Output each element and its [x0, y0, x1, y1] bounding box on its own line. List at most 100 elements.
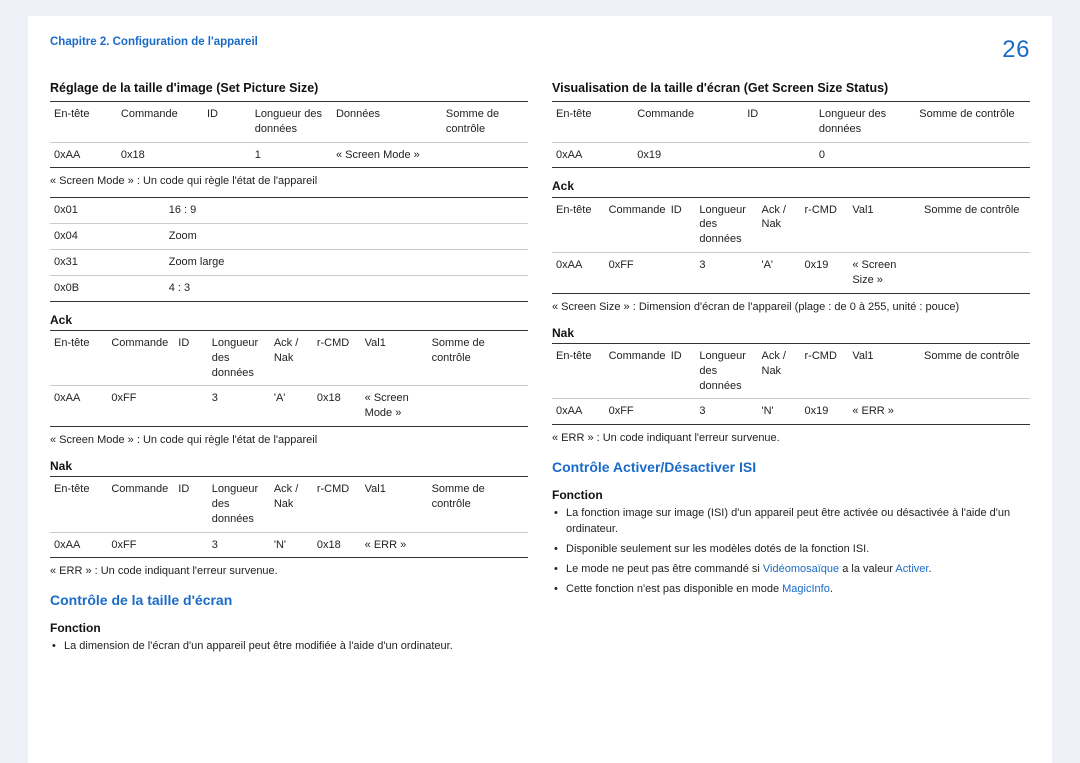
th: ID [174, 477, 207, 533]
td [920, 399, 1030, 425]
th: r-CMD [801, 197, 849, 253]
th: Commande [107, 477, 174, 533]
ack-label-right: Ack [552, 178, 1030, 194]
list-item: Le mode ne peut pas être commandé si Vid… [554, 562, 1030, 578]
td: « Screen Mode » [332, 142, 442, 168]
th: En-tête [50, 477, 107, 533]
td: 0x01 [50, 198, 165, 224]
th: En-tête [552, 197, 605, 253]
td: 'N' [270, 532, 313, 558]
set-picture-size-table: En-tête Commande ID Longueur des données… [50, 101, 528, 169]
link-magicinfo[interactable]: MagicInfo [782, 583, 830, 595]
link-videomosaique[interactable]: Vidéomosaïque [763, 563, 839, 575]
th: Longueur des données [695, 343, 757, 399]
text: Cette fonction n'est pas disponible en m… [566, 583, 782, 595]
td: 3 [695, 253, 757, 294]
td: 0x0B [50, 275, 165, 301]
td: 0 [815, 142, 915, 168]
nak-label: Nak [50, 458, 528, 474]
td [920, 253, 1030, 294]
nak-label-right: Nak [552, 325, 1030, 341]
th: Longueur des données [251, 101, 332, 142]
th: ID [667, 197, 696, 253]
page-header: Chapitre 2. Configuration de l'appareil … [50, 36, 1030, 64]
list-item: Cette fonction n'est pas disponible en m… [554, 582, 1030, 598]
set-picture-size-title: Réglage de la taille d'image (Set Pictur… [50, 80, 528, 97]
td: 0xFF [107, 386, 174, 427]
isi-control-title: Contrôle Activer/Désactiver ISI [552, 458, 1030, 477]
columns: Réglage de la taille d'image (Set Pictur… [50, 74, 1030, 659]
text: . [928, 563, 931, 575]
th: r-CMD [801, 343, 849, 399]
th: Commande [633, 101, 743, 142]
td: 0xAA [552, 253, 605, 294]
td: 16 : 9 [165, 198, 528, 224]
th: ID [174, 330, 207, 386]
td: 0x31 [50, 249, 165, 275]
th: ID [667, 343, 696, 399]
screen-size-control-title: Contrôle de la taille d'écran [50, 591, 528, 610]
ack-note-left: « Screen Mode » : Un code qui règle l'ét… [50, 433, 528, 448]
th: Ack / Nak [270, 477, 313, 533]
th: Longueur des données [208, 477, 270, 533]
th: r-CMD [313, 330, 361, 386]
th: Longueur des données [208, 330, 270, 386]
fonction-list-left: La dimension de l'écran d'un appareil pe… [50, 639, 528, 655]
td: « Screen Mode » [361, 386, 428, 427]
th: Somme de contrôle [915, 101, 1030, 142]
th: Val1 [848, 197, 920, 253]
th: Somme de contrôle [920, 343, 1030, 399]
text: a la valeur [839, 563, 895, 575]
th: Somme de contrôle [428, 477, 528, 533]
td: 3 [208, 386, 270, 427]
th: Ack / Nak [270, 330, 313, 386]
nak-table-left: En-tête Commande ID Longueur des données… [50, 476, 528, 558]
th: Données [332, 101, 442, 142]
td [743, 142, 815, 168]
th: Commande [117, 101, 203, 142]
th: Longueur des données [815, 101, 915, 142]
th: Somme de contrôle [428, 330, 528, 386]
th: ID [743, 101, 815, 142]
td [174, 532, 207, 558]
td: « ERR » [361, 532, 428, 558]
td [174, 386, 207, 427]
td [915, 142, 1030, 168]
td: 'N' [758, 399, 801, 425]
page-number: 26 [1002, 36, 1030, 64]
list-item: Disponible seulement sur les modèles dot… [554, 542, 1030, 558]
left-column: Réglage de la taille d'image (Set Pictur… [50, 74, 528, 659]
th: En-tête [552, 101, 633, 142]
nak-table-right: En-tête Commande ID Longueur des données… [552, 343, 1030, 425]
td: 0x18 [117, 142, 203, 168]
td: 0x04 [50, 224, 165, 250]
th: r-CMD [313, 477, 361, 533]
text: Le mode ne peut pas être commandé si [566, 563, 763, 575]
td: 4 : 3 [165, 275, 528, 301]
chapter-label: Chapitre 2. Configuration de l'appareil [50, 36, 258, 48]
th: Ack / Nak [758, 343, 801, 399]
td: Zoom [165, 224, 528, 250]
td: 0xAA [552, 142, 633, 168]
text: . [830, 583, 833, 595]
td: 0x19 [801, 399, 849, 425]
th: Val1 [361, 477, 428, 533]
td: 0xAA [50, 532, 107, 558]
th: Commande [605, 343, 667, 399]
ack-table-right: En-tête Commande ID Longueur des données… [552, 197, 1030, 294]
get-screen-size-table: En-tête Commande ID Longueur des données… [552, 101, 1030, 169]
th: Ack / Nak [758, 197, 801, 253]
td: « Screen Size » [848, 253, 920, 294]
td: 0xFF [107, 532, 174, 558]
link-activer[interactable]: Activer [895, 563, 928, 575]
th: Longueur des données [695, 197, 757, 253]
th: ID [203, 101, 251, 142]
td: 'A' [758, 253, 801, 294]
fonction-label-right: Fonction [552, 487, 1030, 503]
td: 0xFF [605, 253, 667, 294]
th: En-tête [50, 101, 117, 142]
td: 0x19 [633, 142, 743, 168]
fonction-list-right: La fonction image sur image (ISI) d'un a… [552, 506, 1030, 598]
td [428, 532, 528, 558]
page-area: Chapitre 2. Configuration de l'appareil … [28, 16, 1052, 763]
